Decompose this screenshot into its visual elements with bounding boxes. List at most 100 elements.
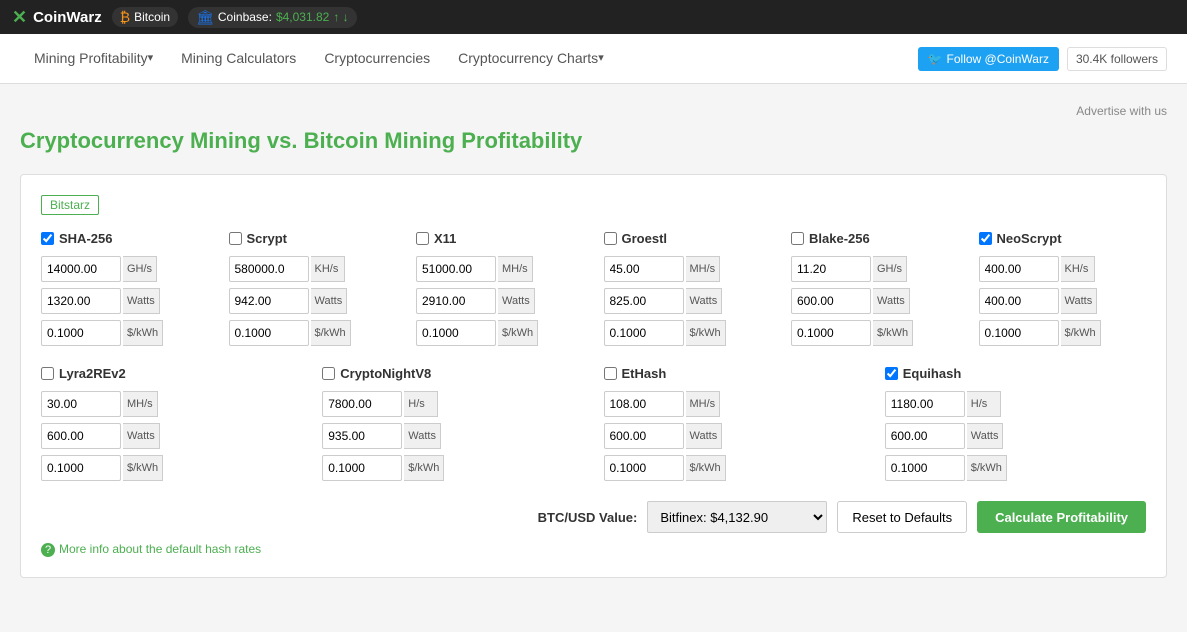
- algo-scrypt-cost-input[interactable]: [229, 320, 309, 346]
- algo-groestl-hashrate-input[interactable]: [604, 256, 684, 282]
- algo-cryptonightv8-watts-input[interactable]: [322, 423, 402, 449]
- algo-scrypt-watts-unit: Watts: [311, 288, 348, 314]
- algo-ethash-checkbox[interactable]: [604, 367, 617, 380]
- algo-blake256-hashrate-row: GH/s: [791, 256, 959, 282]
- algo-ethash-watts-input[interactable]: [604, 423, 684, 449]
- algo-scrypt-cost-unit: $/kWh: [311, 320, 351, 346]
- nav-crypto-charts[interactable]: Cryptocurrency Charts: [444, 34, 618, 84]
- algo-cryptonightv8-hashrate-input[interactable]: [322, 391, 402, 417]
- algo-ethash-header: EtHash: [604, 366, 865, 381]
- price-arrow: ↑ ↓: [333, 10, 348, 24]
- algo-ethash: EtHash MH/s Watts $/kWh: [604, 366, 865, 481]
- algo-ethash-cost-row: $/kWh: [604, 455, 865, 481]
- algo-ethash-watts-row: Watts: [604, 423, 865, 449]
- algo-x11-hashrate-input[interactable]: [416, 256, 496, 282]
- algo-neoscrypt-watts-row: Watts: [979, 288, 1147, 314]
- algo-x11-watts-input[interactable]: [416, 288, 496, 314]
- algo-equihash-watts-input[interactable]: [885, 423, 965, 449]
- algo-neoscrypt: NeoScrypt KH/s Watts $/kWh: [979, 231, 1147, 346]
- algo-cryptonightv8-cost-input[interactable]: [322, 455, 402, 481]
- logo-area: ✕ CoinWarz: [12, 7, 102, 28]
- bitstarz-badge[interactable]: Bitstarz: [41, 195, 99, 215]
- algo-groestl-checkbox[interactable]: [604, 232, 617, 245]
- algo-blake256-cost-input[interactable]: [791, 320, 871, 346]
- algo-neoscrypt-watts-input[interactable]: [979, 288, 1059, 314]
- algo-neoscrypt-cost-input[interactable]: [979, 320, 1059, 346]
- algo-groestl-cost-unit: $/kWh: [686, 320, 726, 346]
- help-link[interactable]: More info about the default hash rates: [41, 542, 261, 556]
- algo-sha256-hashrate-input[interactable]: [41, 256, 121, 282]
- algo-blake256-watts-input[interactable]: [791, 288, 871, 314]
- advertise-link[interactable]: Advertise with us: [20, 104, 1167, 118]
- algo-grid-row2: Lyra2REv2 MH/s Watts $/kWh: [41, 366, 1146, 481]
- algo-groestl-hashrate-unit: MH/s: [686, 256, 721, 282]
- algo-blake256-cost-row: $/kWh: [791, 320, 959, 346]
- algo-lyra2rev2-cost-input[interactable]: [41, 455, 121, 481]
- reset-defaults-button[interactable]: Reset to Defaults: [837, 501, 967, 533]
- algo-x11-label: X11: [434, 231, 456, 246]
- algo-cryptonightv8-hashrate-unit: H/s: [404, 391, 438, 417]
- coinbase-pill[interactable]: 🏛 Coinbase: $4,031.82 ↑ ↓: [188, 7, 357, 28]
- algo-x11-cost-input[interactable]: [416, 320, 496, 346]
- algo-cryptonightv8-label: CryptoNightV8: [340, 366, 431, 381]
- algo-equihash-hashrate-input[interactable]: [885, 391, 965, 417]
- bottom-controls: BTC/USD Value: Bitfinex: $4,132.90 Reset…: [41, 501, 1146, 533]
- algo-neoscrypt-watts-unit: Watts: [1061, 288, 1098, 314]
- algo-groestl-cost-input[interactable]: [604, 320, 684, 346]
- footer-area: More info about the default hash rates: [41, 541, 1146, 557]
- algo-ethash-cost-input[interactable]: [604, 455, 684, 481]
- algo-blake256-header: Blake-256: [791, 231, 959, 246]
- algo-cryptonightv8: CryptoNightV8 H/s Watts $/kWh: [322, 366, 583, 481]
- algo-ethash-label: EtHash: [622, 366, 667, 381]
- algo-equihash-watts-row: Watts: [885, 423, 1146, 449]
- algo-sha256-checkbox[interactable]: [41, 232, 54, 245]
- btc-usd-select[interactable]: Bitfinex: $4,132.90: [647, 501, 827, 533]
- algo-blake256-hashrate-input[interactable]: [791, 256, 871, 282]
- twitter-follow-button[interactable]: 🐦 Follow @CoinWarz: [918, 47, 1059, 71]
- algo-equihash-cost-input[interactable]: [885, 455, 965, 481]
- nav-cryptocurrencies[interactable]: Cryptocurrencies: [310, 34, 444, 84]
- algo-groestl-watts-input[interactable]: [604, 288, 684, 314]
- logo-x-icon: ✕: [12, 7, 27, 28]
- algo-lyra2rev2-hashrate-input[interactable]: [41, 391, 121, 417]
- algo-scrypt-cost-row: $/kWh: [229, 320, 397, 346]
- calculate-profitability-button[interactable]: Calculate Profitability: [977, 501, 1146, 533]
- algo-equihash-checkbox[interactable]: [885, 367, 898, 380]
- algo-neoscrypt-hashrate-input[interactable]: [979, 256, 1059, 282]
- algo-sha256-cost-row: $/kWh: [41, 320, 209, 346]
- bitcoin-pill[interactable]: ₿ Bitcoin: [112, 7, 178, 27]
- algo-equihash-hashrate-row: H/s: [885, 391, 1146, 417]
- algo-ethash-hashrate-row: MH/s: [604, 391, 865, 417]
- algo-x11-hashrate-row: MH/s: [416, 256, 584, 282]
- algo-neoscrypt-checkbox[interactable]: [979, 232, 992, 245]
- algo-ethash-hashrate-input[interactable]: [604, 391, 684, 417]
- algo-x11: X11 MH/s Watts $/kWh: [416, 231, 584, 346]
- algo-sha256-watts-unit: Watts: [123, 288, 160, 314]
- twitter-btn-label: Follow @CoinWarz: [947, 52, 1049, 66]
- nav-mining-calculators[interactable]: Mining Calculators: [167, 34, 310, 84]
- algo-blake256-checkbox[interactable]: [791, 232, 804, 245]
- algo-sha256-cost-unit: $/kWh: [123, 320, 163, 346]
- algo-neoscrypt-hashrate-row: KH/s: [979, 256, 1147, 282]
- algo-sha256-cost-input[interactable]: [41, 320, 121, 346]
- algo-lyra2rev2-watts-input[interactable]: [41, 423, 121, 449]
- algo-blake256-cost-unit: $/kWh: [873, 320, 913, 346]
- algo-neoscrypt-hashrate-unit: KH/s: [1061, 256, 1095, 282]
- algo-ethash-cost-unit: $/kWh: [686, 455, 726, 481]
- algo-scrypt-hashrate-unit: KH/s: [311, 256, 345, 282]
- algo-neoscrypt-label: NeoScrypt: [997, 231, 1062, 246]
- algo-sha256-watts-input[interactable]: [41, 288, 121, 314]
- algo-scrypt-watts-input[interactable]: [229, 288, 309, 314]
- algo-x11-checkbox[interactable]: [416, 232, 429, 245]
- algo-x11-hashrate-unit: MH/s: [498, 256, 533, 282]
- algo-lyra2rev2-checkbox[interactable]: [41, 367, 54, 380]
- algo-scrypt-checkbox[interactable]: [229, 232, 242, 245]
- algo-cryptonightv8-checkbox[interactable]: [322, 367, 335, 380]
- algo-scrypt-hashrate-input[interactable]: [229, 256, 309, 282]
- algo-scrypt: Scrypt KH/s Watts $/kWh: [229, 231, 397, 346]
- nav-mining-profitability[interactable]: Mining Profitability: [20, 34, 167, 84]
- algo-x11-watts-unit: Watts: [498, 288, 535, 314]
- algo-x11-cost-unit: $/kWh: [498, 320, 538, 346]
- algo-sha256-hashrate-row: GH/s: [41, 256, 209, 282]
- algo-x11-header: X11: [416, 231, 584, 246]
